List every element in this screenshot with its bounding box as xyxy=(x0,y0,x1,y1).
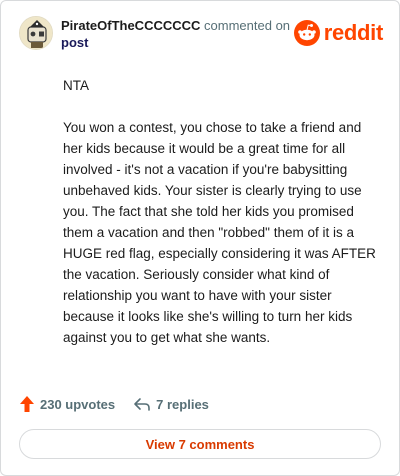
comment-paragraph: NTA xyxy=(63,78,89,93)
user-avatar-icon[interactable] xyxy=(19,16,53,50)
byline: PirateOfTheCCCCCCC commented on post xyxy=(61,17,311,51)
commented-on-text: commented on xyxy=(204,18,291,33)
upvote-button[interactable]: 230 upvotes xyxy=(19,395,115,413)
replies-button[interactable]: 7 replies xyxy=(133,396,209,412)
replies-count: 7 replies xyxy=(156,396,209,412)
comment-paragraph: You won a contest, you chose to take a f… xyxy=(63,120,376,345)
comment-header: PirateOfTheCCCCCCC commented on post red… xyxy=(19,15,383,55)
view-comments-button[interactable]: View 7 comments xyxy=(19,429,381,459)
comment-card: PirateOfTheCCCCCCC commented on post red… xyxy=(0,0,400,476)
reddit-logo[interactable]: reddit xyxy=(293,19,384,47)
comment-actions: 230 upvotes 7 replies xyxy=(19,393,381,415)
upvote-arrow-icon xyxy=(20,396,34,412)
username-link[interactable]: PirateOfTheCCCCCCC xyxy=(61,18,200,33)
reply-arrow-icon xyxy=(134,398,150,411)
reddit-snoo-icon xyxy=(293,20,320,46)
reddit-wordmark: reddit xyxy=(323,20,384,45)
snoo-pirate-avatar-icon xyxy=(20,17,52,49)
post-link[interactable]: post xyxy=(61,34,311,51)
upvotes-count: 230 upvotes xyxy=(40,396,116,412)
comment-body: NTA You won a contest, you chose to take… xyxy=(63,75,383,369)
